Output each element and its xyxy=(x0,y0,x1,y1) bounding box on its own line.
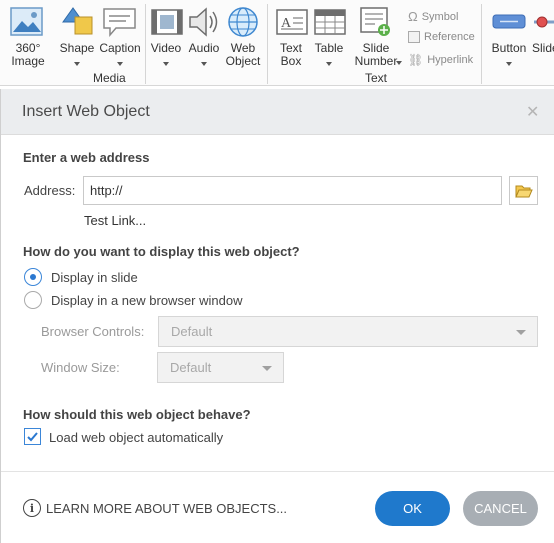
address-input[interactable] xyxy=(83,176,502,205)
checkmark-icon xyxy=(27,432,38,442)
ribbon-group-label-text: Text xyxy=(365,71,388,85)
ribbon-reference-button[interactable]: Reference xyxy=(408,31,475,43)
section-heading-behave: How should this web object behave? xyxy=(23,407,251,422)
ribbon-symbol-button[interactable]: Ω Symbol xyxy=(408,9,458,24)
ribbon-slider-button[interactable]: Slider xyxy=(532,0,554,85)
slide-number-icon xyxy=(360,7,390,36)
ribbon-item-label: Caption xyxy=(99,41,141,55)
ribbon-item-label: Table xyxy=(314,41,344,55)
ribbon-video-button[interactable]: Video xyxy=(147,0,185,85)
info-icon: i xyxy=(23,499,41,517)
chevron-down-icon xyxy=(163,62,169,66)
load-automatically-label[interactable]: Load web object automatically xyxy=(49,430,223,445)
address-label: Address: xyxy=(24,183,76,198)
caption-icon xyxy=(103,8,136,38)
browse-folder-button[interactable] xyxy=(509,176,538,205)
shape-icon xyxy=(62,7,93,35)
window-size-select[interactable]: Default xyxy=(157,352,284,383)
browser-controls-select[interactable]: Default xyxy=(158,316,538,347)
link-icon: ⛓ xyxy=(408,53,424,67)
chevron-down-icon xyxy=(516,330,526,335)
360-image-icon xyxy=(10,7,43,36)
folder-open-icon xyxy=(514,185,533,197)
ribbon-item-label: Slider xyxy=(532,41,554,55)
chevron-down-icon xyxy=(201,62,207,66)
ribbon-small-label: Hyperlink xyxy=(427,54,474,66)
ribbon-web-object-button[interactable]: Web Object xyxy=(222,0,264,85)
text-box-icon: A xyxy=(276,9,308,35)
chevron-down-icon xyxy=(262,366,272,371)
cancel-button[interactable]: CANCEL xyxy=(463,491,538,526)
test-link[interactable]: Test Link... xyxy=(84,213,146,228)
chevron-down-icon xyxy=(396,61,402,65)
omega-icon: Ω xyxy=(408,9,418,24)
section-heading-address: Enter a web address xyxy=(23,150,150,165)
ribbon-item-label: 360° Image xyxy=(11,41,45,68)
display-in-slide-radio[interactable] xyxy=(24,268,42,286)
ribbon-separator xyxy=(145,4,146,84)
ribbon-group-label-media: Media xyxy=(93,71,126,85)
window-size-label: Window Size: xyxy=(41,360,120,375)
audio-icon xyxy=(189,7,218,37)
close-icon[interactable]: ✕ xyxy=(526,102,539,122)
section-heading-display: How do you want to display this web obje… xyxy=(23,244,300,259)
ribbon-item-label: Shape xyxy=(59,41,95,55)
dialog-header: Insert Web Object ✕ xyxy=(1,89,554,135)
load-automatically-checkbox[interactable] xyxy=(24,428,41,445)
ribbon-shape-button[interactable]: Shape xyxy=(58,0,96,85)
ribbon-button-button[interactable]: Button xyxy=(488,0,530,85)
chevron-down-icon xyxy=(326,62,332,66)
chevron-down-icon xyxy=(74,62,80,66)
table-icon xyxy=(314,9,346,35)
ribbon-audio-button[interactable]: Audio xyxy=(185,0,223,85)
ribbon-small-label: Reference xyxy=(424,31,475,43)
chevron-down-icon xyxy=(506,62,512,66)
ribbon-item-label: Web Object xyxy=(225,41,261,68)
ok-button[interactable]: OK xyxy=(375,491,450,526)
display-in-browser-radio[interactable] xyxy=(24,291,42,309)
footer-divider xyxy=(1,471,554,472)
learn-more-label: LEARN MORE ABOUT WEB OBJECTS... xyxy=(46,500,288,516)
reference-icon xyxy=(408,31,420,43)
video-icon xyxy=(151,9,183,35)
browser-controls-label: Browser Controls: xyxy=(41,324,145,339)
dialog-title: Insert Web Object xyxy=(22,103,150,120)
browser-controls-value: Default xyxy=(171,324,213,339)
ribbon-360-image-button[interactable]: 360° Image xyxy=(0,0,56,85)
web-object-icon xyxy=(228,7,258,37)
ribbon-item-label: Text Box xyxy=(279,41,302,68)
learn-more-link[interactable]: i LEARN MORE ABOUT WEB OBJECTS... xyxy=(23,499,287,517)
ribbon-small-label: Symbol xyxy=(421,10,459,23)
chevron-down-icon xyxy=(117,62,123,66)
display-in-slide-label[interactable]: Display in slide xyxy=(51,270,138,285)
button-icon xyxy=(492,14,526,29)
slider-icon xyxy=(534,16,554,28)
ribbon-item-label: Button xyxy=(491,41,527,55)
window-size-value: Default xyxy=(170,360,212,375)
insert-ribbon: 360° Image Shape Caption Video Audio Web… xyxy=(0,0,554,86)
ribbon-text-box-button[interactable]: A Text Box xyxy=(270,0,312,85)
display-in-browser-label[interactable]: Display in a new browser window xyxy=(51,293,242,308)
insert-web-object-dialog: Insert Web Object ✕ Enter a web address … xyxy=(0,89,554,543)
ribbon-hyperlink-button[interactable]: ⛓ Hyperlink xyxy=(408,53,473,67)
ribbon-item-label: Video xyxy=(150,41,182,55)
ribbon-separator xyxy=(267,4,268,84)
ribbon-table-button[interactable]: Table xyxy=(312,0,346,85)
ribbon-separator xyxy=(481,4,482,84)
ribbon-item-label: Audio xyxy=(188,41,220,55)
